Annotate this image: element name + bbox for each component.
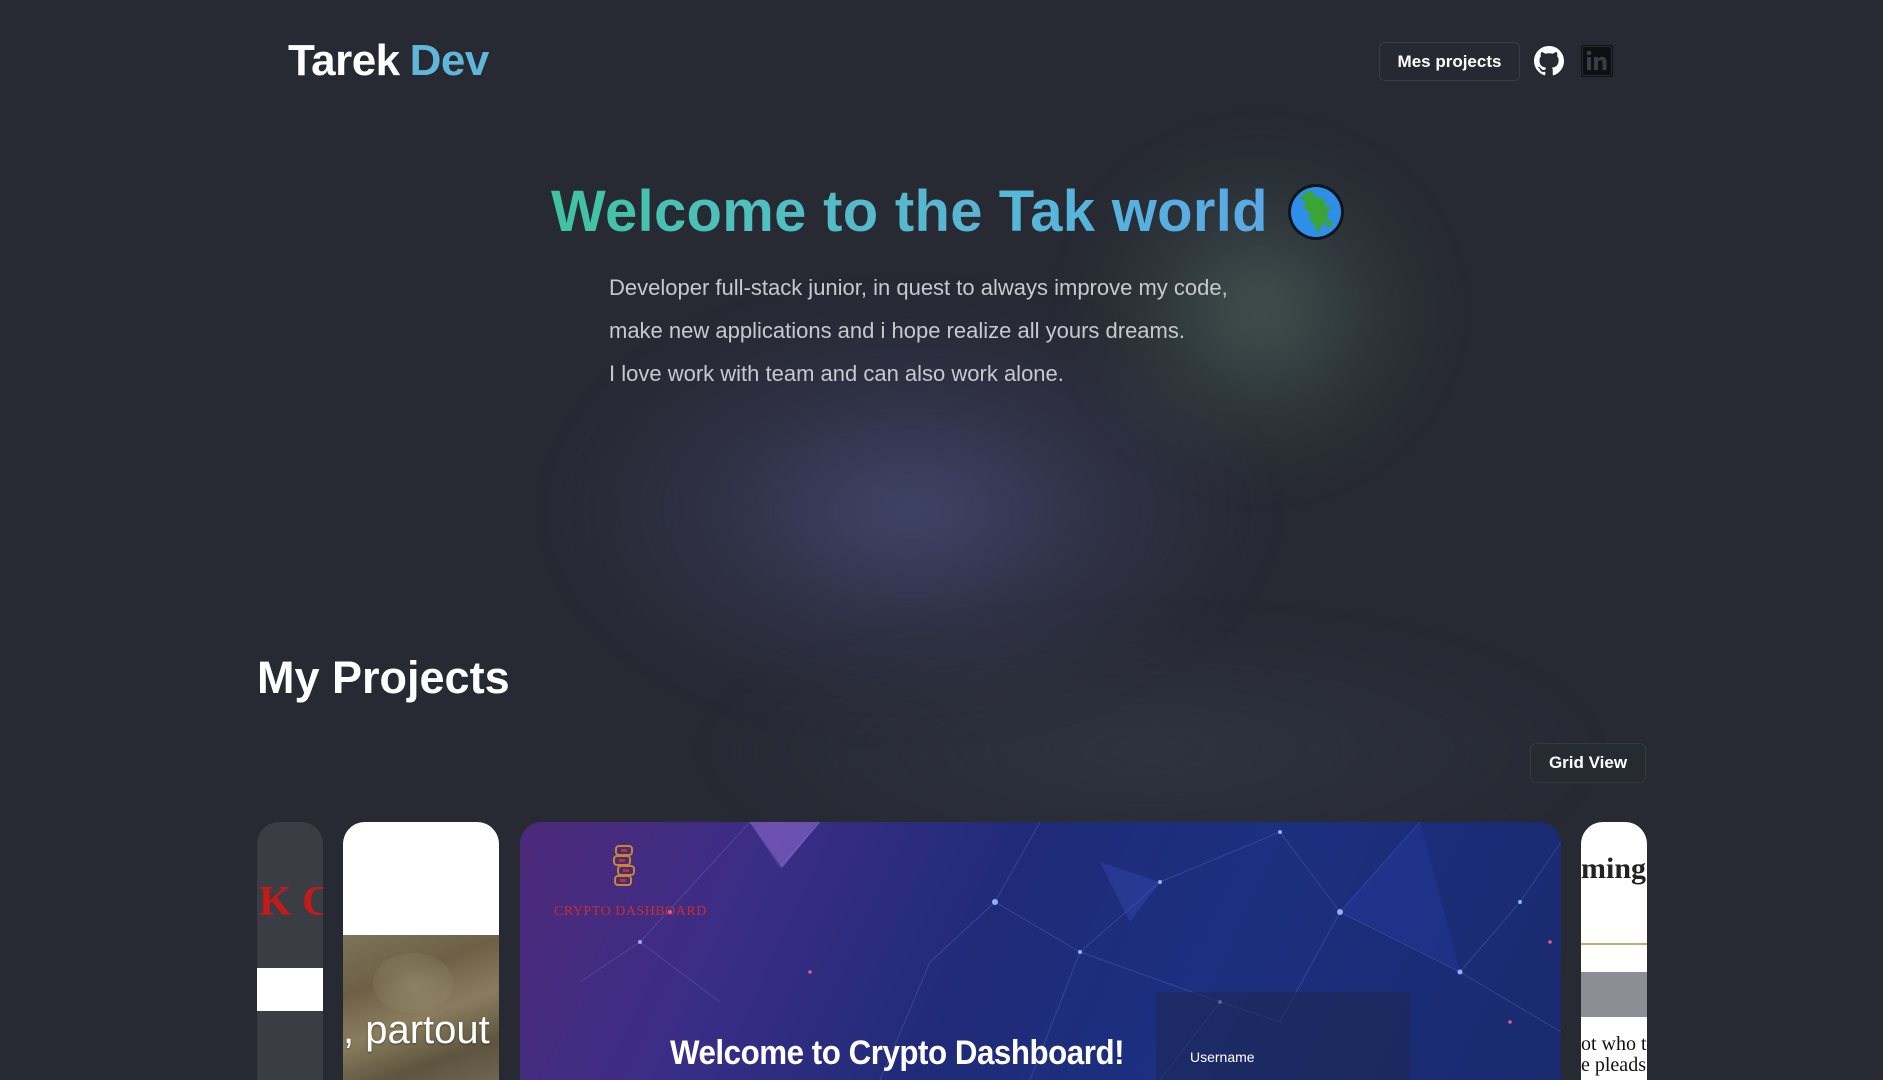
username-label: Username: [1190, 1049, 1255, 1065]
logo-second-word: Dev: [409, 36, 490, 85]
hero-line-1: Developer full-stack junior, in quest to…: [609, 275, 1228, 300]
project-card[interactable]: ming ot who t e pleads: [1581, 822, 1647, 1080]
project-card[interactable]: K C: [257, 822, 323, 1080]
project-card-divider: [1581, 943, 1647, 945]
linkedin-icon[interactable]: [1580, 44, 1614, 78]
crypto-dashboard-headline: Welcome to Crypto Dashboard!: [670, 1034, 1125, 1072]
hero-title-part1: Welcome to the: [551, 179, 983, 244]
hero-line-3: I love work with team and can also work …: [609, 361, 1064, 386]
github-icon[interactable]: [1532, 44, 1566, 78]
project-card-text: , partout: [343, 1008, 490, 1052]
project-card[interactable]: , partout: [343, 822, 499, 1080]
site-logo[interactable]: Tarek Dev: [288, 36, 489, 86]
project-card-text: ming: [1581, 852, 1647, 885]
project-card-text: K C: [259, 879, 323, 925]
project-card-snippet-line-1: ot who t: [1581, 1033, 1647, 1055]
hero-title: Welcome to the Tak world: [551, 178, 1346, 245]
my-projects-button[interactable]: Mes projects: [1379, 42, 1520, 81]
grid-view-button[interactable]: Grid View: [1530, 743, 1646, 783]
hero-description: Developer full-stack junior, in quest to…: [609, 266, 1228, 395]
crypto-logo-text: CRYPTO DASHBOARD: [554, 904, 707, 919]
globe-icon: [1287, 183, 1344, 240]
hero-title-part2: Tak world: [998, 179, 1268, 244]
login-panel: [1156, 992, 1410, 1080]
project-card-crypto-dashboard[interactable]: CRYPTO DASHBOARD Welcome to Crypto Dashb…: [520, 822, 1561, 1080]
portfolio-page: Tarek Dev Mes projects Welcome to the Tak…: [0, 0, 1883, 1080]
project-card-band: [1581, 972, 1647, 1017]
crypto-logo-icon: [613, 845, 635, 886]
project-card-snippet-line-2: e pleads: [1581, 1054, 1646, 1076]
hero-line-2: make new applications and i hope realize…: [609, 318, 1185, 343]
logo-first-word: Tarek: [288, 36, 400, 85]
project-card-strip: [257, 968, 323, 1011]
projects-heading: My Projects: [257, 652, 510, 703]
project-card-snippet: ot who t e pleads: [1581, 1034, 1647, 1076]
